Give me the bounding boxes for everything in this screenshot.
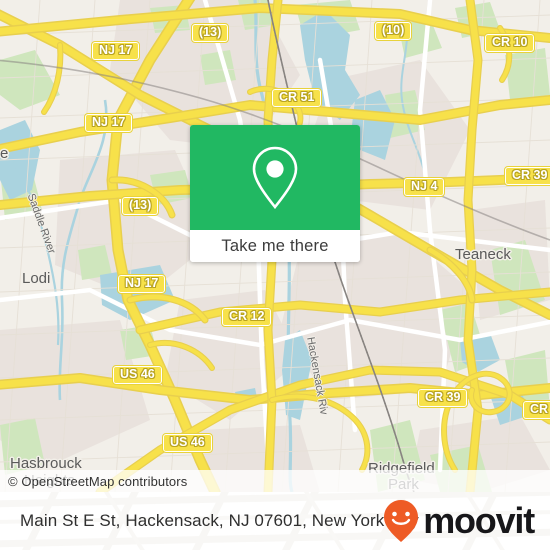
card-icon-area <box>190 125 360 230</box>
take-me-there-label: Take me there <box>221 236 329 255</box>
highway-shield: NJ 4 <box>402 177 446 197</box>
highway-shield: CR 10 <box>483 33 536 53</box>
attribution-text: © OpenStreetMap contributors <box>8 473 188 489</box>
highway-shield: CR 39 <box>416 388 469 408</box>
map-pin-icon <box>252 146 298 209</box>
highway-shield: NJ 17 <box>83 113 134 133</box>
address-text: Main St E St, Hackensack, NJ 07601, New … <box>20 511 419 530</box>
highway-shield: (10) <box>373 21 413 41</box>
highway-shield: CR 51 <box>270 88 323 108</box>
place-label: Teaneck <box>455 246 511 263</box>
place-label: Lodi <box>22 270 51 287</box>
highway-shield: (13) <box>120 196 160 216</box>
highway-shield: US 46 <box>162 433 213 453</box>
highway-shield: NJ 17 <box>116 274 167 294</box>
place-label: e <box>0 145 9 162</box>
footer-bar: Main St E St, Hackensack, NJ 07601, New … <box>0 492 550 550</box>
moovit-logo: moovit <box>381 498 535 544</box>
take-me-there-card[interactable]: Take me there <box>190 125 360 262</box>
highway-shield: (13) <box>190 23 230 43</box>
osm-attribution: © OpenStreetMap contributors <box>0 470 550 492</box>
highway-shield: CR 39 <box>503 166 550 186</box>
map-view[interactable]: .land { fill:#f2efe9; } .res { fill:#e9e… <box>0 0 550 492</box>
highway-shield: CR 17 <box>521 400 550 420</box>
moovit-pin-icon <box>384 500 419 542</box>
moovit-place-card-screen: .land { fill:#f2efe9; } .res { fill:#e9e… <box>0 0 550 550</box>
highway-shield: CR 12 <box>220 307 273 327</box>
highway-shield: US 46 <box>112 365 163 385</box>
card-cta-area[interactable]: Take me there <box>190 230 360 262</box>
moovit-wordmark: moovit <box>423 500 535 541</box>
highway-shield: NJ 17 <box>90 41 141 61</box>
